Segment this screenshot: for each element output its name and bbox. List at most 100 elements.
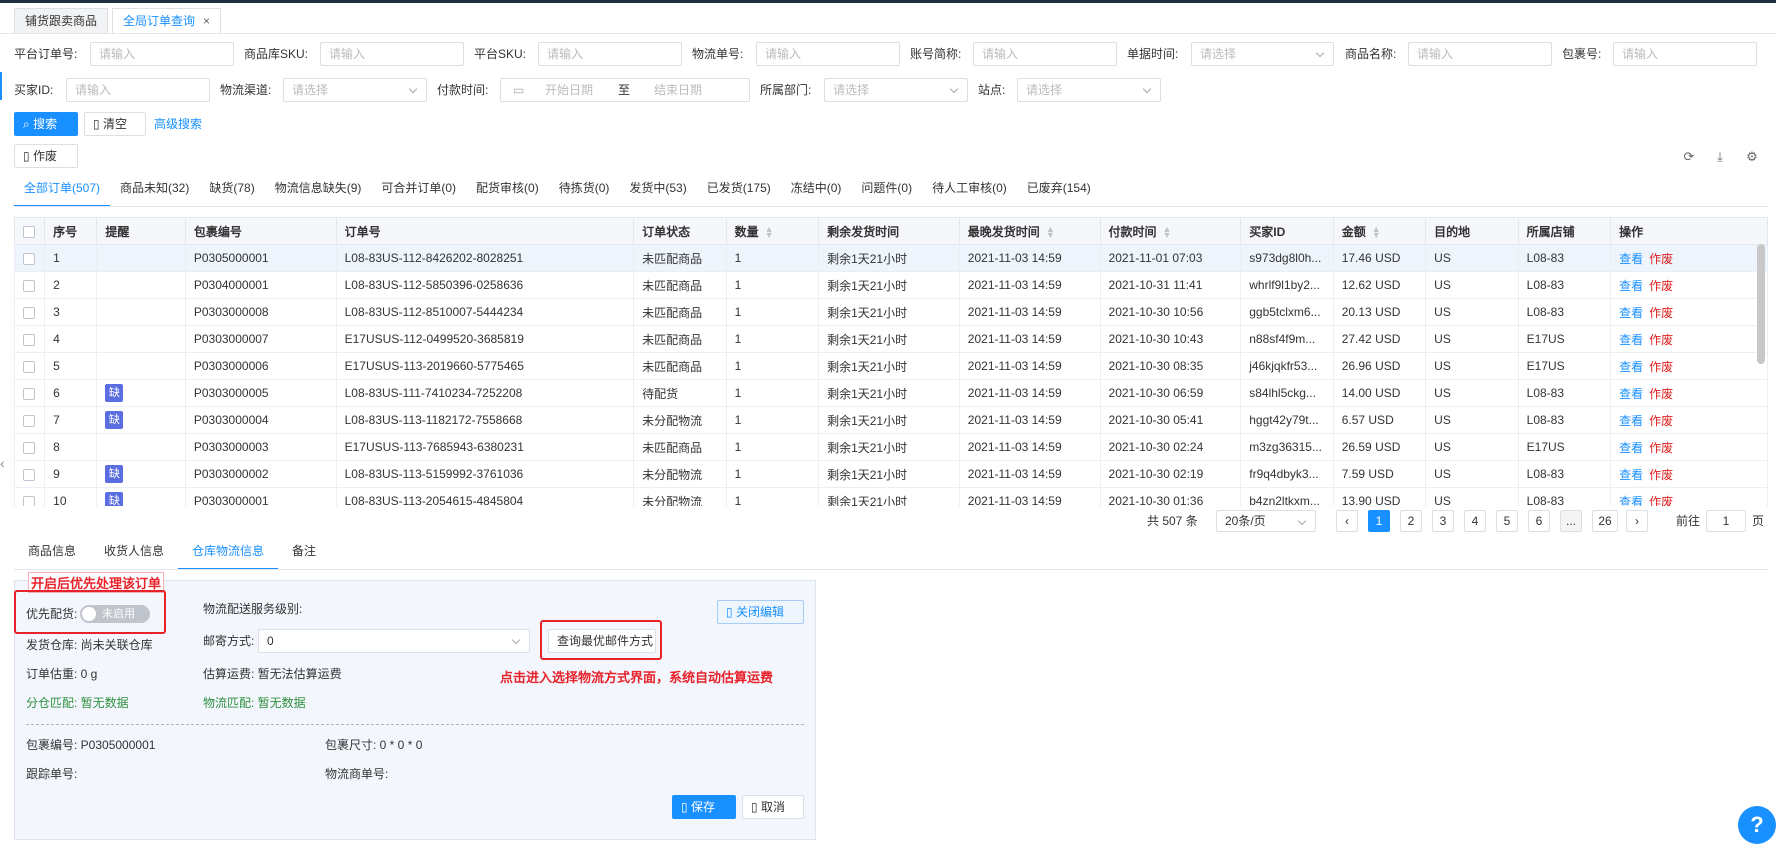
row-checkbox[interactable] [14,379,46,407]
tab-manual-review[interactable]: 待人工审核(0) [922,177,1017,207]
next-page-button[interactable]: › [1626,510,1648,532]
view-link[interactable]: 查看 [1619,333,1643,347]
table-row[interactable]: 8 P0303000003 E17USUS-113-7685943-6380231 未… [14,433,1768,461]
clear-button[interactable]: ▯ 清空 [84,112,146,136]
refresh-icon[interactable]: ⟳ [1682,150,1696,164]
col-header-latest-ship[interactable]: 最晚发货时间 ▲ ▼ [958,217,1101,245]
tab-mergeable[interactable]: 可合并订单(0) [371,177,466,207]
tab-to-pick[interactable]: 待拣货(0) [549,177,620,207]
package-number-input[interactable]: 请输入 [1613,42,1757,66]
void-link[interactable]: 作废 [1649,387,1673,401]
void-link[interactable]: 作废 [1649,252,1673,266]
tab-missing-logistics[interactable]: 物流信息缺失(9) [265,177,372,207]
search-button[interactable]: ⌕ 搜索 [14,112,78,136]
site-select[interactable]: 请选择 [1017,78,1161,102]
tab-problem[interactable]: 问题件(0) [851,177,922,207]
page-6[interactable]: 6 [1528,510,1550,532]
tab-shipped[interactable]: 已发货(175) [697,177,781,207]
row-checkbox[interactable] [14,433,46,461]
end-date[interactable]: 结束日期 [654,79,702,101]
sku-input[interactable]: 请输入 [320,42,464,66]
page-2[interactable]: 2 [1400,510,1422,532]
mail-method-select[interactable]: 0 [258,629,530,653]
tab-warehouse-logistics[interactable]: 仓库物流信息 [178,540,279,570]
table-row[interactable]: 2 P0304000001 L08-83US-112-5850396-0258636… [14,271,1768,299]
void-link[interactable]: 作废 [1649,495,1673,507]
logistics-channel-select[interactable]: 请选择 [283,78,427,102]
view-link[interactable]: 查看 [1619,360,1643,374]
department-select[interactable]: 请选择 [824,78,968,102]
void-button[interactable]: ▯ 作废 [14,144,78,168]
row-checkbox[interactable] [14,298,46,326]
buyer-id-input[interactable]: 请输入 [66,78,210,102]
void-link[interactable]: 作废 [1649,414,1673,428]
close-edit-button[interactable]: ▯ 关闭编辑 [717,600,804,624]
product-name-input[interactable]: 请输入 [1408,42,1552,66]
tab-shipping[interactable]: 发货中(53) [619,177,696,207]
view-link[interactable]: 查看 [1619,468,1643,482]
row-checkbox[interactable] [14,406,46,434]
view-link[interactable]: 查看 [1619,495,1643,507]
table-row[interactable]: 6 缺 P0303000005 L08-83US-111-7410234-725220… [14,379,1768,407]
tab-out-of-stock[interactable]: 缺货(78) [199,177,264,207]
close-icon[interactable]: × [203,14,210,28]
document-time-select[interactable]: 请选择 [1191,42,1334,66]
page-size-select[interactable]: 20条/页 [1216,510,1316,532]
table-row[interactable]: 10 缺 P0303000001 L08-83US-113-2054615-48458… [14,487,1768,507]
prev-page-button[interactable]: ‹ [1336,510,1358,532]
download-icon[interactable]: ⤓ [1713,150,1727,164]
row-checkbox[interactable] [14,271,46,299]
void-link[interactable]: 作废 [1649,306,1673,320]
start-date[interactable]: 开始日期 [545,79,593,101]
tab-recipient-info[interactable]: 收货人信息 [90,540,178,570]
goto-page-input[interactable]: 1 [1706,510,1746,532]
table-row[interactable]: 4 P0303000007 E17USUS-112-0499520-3685819 未… [14,325,1768,353]
tab-frozen[interactable]: 冻结中(0) [781,177,852,207]
cancel-button[interactable]: ▯ 取消 [742,795,804,819]
help-button[interactable]: ? [1738,806,1776,844]
view-link[interactable]: 查看 [1619,279,1643,293]
page-5[interactable]: 5 [1496,510,1518,532]
tab-global-orders[interactable]: 全局订单查询 × [112,8,222,34]
view-link[interactable]: 查看 [1619,414,1643,428]
advanced-search-link[interactable]: 高级搜索 [154,112,202,136]
table-row[interactable]: 3 P0303000008 L08-83US-112-8510007-5444234… [14,298,1768,326]
platform-order-input[interactable]: 请输入 [90,42,234,66]
page-1[interactable]: 1 [1368,510,1390,532]
void-link[interactable]: 作废 [1649,360,1673,374]
save-button[interactable]: ▯ 保存 [672,795,736,819]
void-link[interactable]: 作废 [1649,468,1673,482]
table-row[interactable]: 9 缺 P0303000002 L08-83US-113-5159992-376103… [14,460,1768,488]
payment-date-range[interactable]: ▭ 开始日期 至 结束日期 [500,78,750,102]
tab-allocation-review[interactable]: 配货审核(0) [466,177,549,207]
row-checkbox[interactable] [14,487,46,506]
view-link[interactable]: 查看 [1619,387,1643,401]
void-link[interactable]: 作废 [1649,441,1673,455]
row-checkbox[interactable] [14,325,46,353]
view-link[interactable]: 查看 [1619,441,1643,455]
platform-sku-input[interactable]: 请输入 [538,42,682,66]
row-checkbox[interactable] [14,352,46,380]
scrollbar[interactable] [1757,244,1765,364]
col-header-pay-time[interactable]: 付款时间 ▲ ▼ [1099,217,1242,245]
view-link[interactable]: 查看 [1619,252,1643,266]
tab-discarded[interactable]: 已废弃(154) [1017,177,1101,207]
col-header-amount[interactable]: 金额 ▲ ▼ [1332,217,1427,245]
tab-all-orders[interactable]: 全部订单(507) [14,177,111,207]
row-checkbox[interactable] [14,460,46,488]
row-checkbox[interactable] [14,244,46,272]
tab-unknown-goods[interactable]: 商品未知(32) [110,177,199,207]
collapse-arrow-icon[interactable]: ‹ [0,455,5,471]
col-header-qty[interactable]: 数量 ▲ ▼ [725,217,820,245]
page-26[interactable]: 26 [1592,510,1618,532]
void-link[interactable]: 作废 [1649,333,1673,347]
page-4[interactable]: 4 [1464,510,1486,532]
page-ellipsis[interactable]: ... [1560,510,1582,532]
tab-distribution-goods[interactable]: 铺货跟卖商品 [14,8,109,34]
tab-product-info[interactable]: 商品信息 [14,540,90,570]
table-row[interactable]: 1 P0305000001 L08-83US-112-8426202-8028251… [14,244,1768,272]
tab-notes[interactable]: 备注 [278,540,330,570]
page-3[interactable]: 3 [1432,510,1454,532]
tracking-number-input[interactable]: 请输入 [756,42,900,66]
account-name-input[interactable]: 请输入 [973,42,1117,66]
